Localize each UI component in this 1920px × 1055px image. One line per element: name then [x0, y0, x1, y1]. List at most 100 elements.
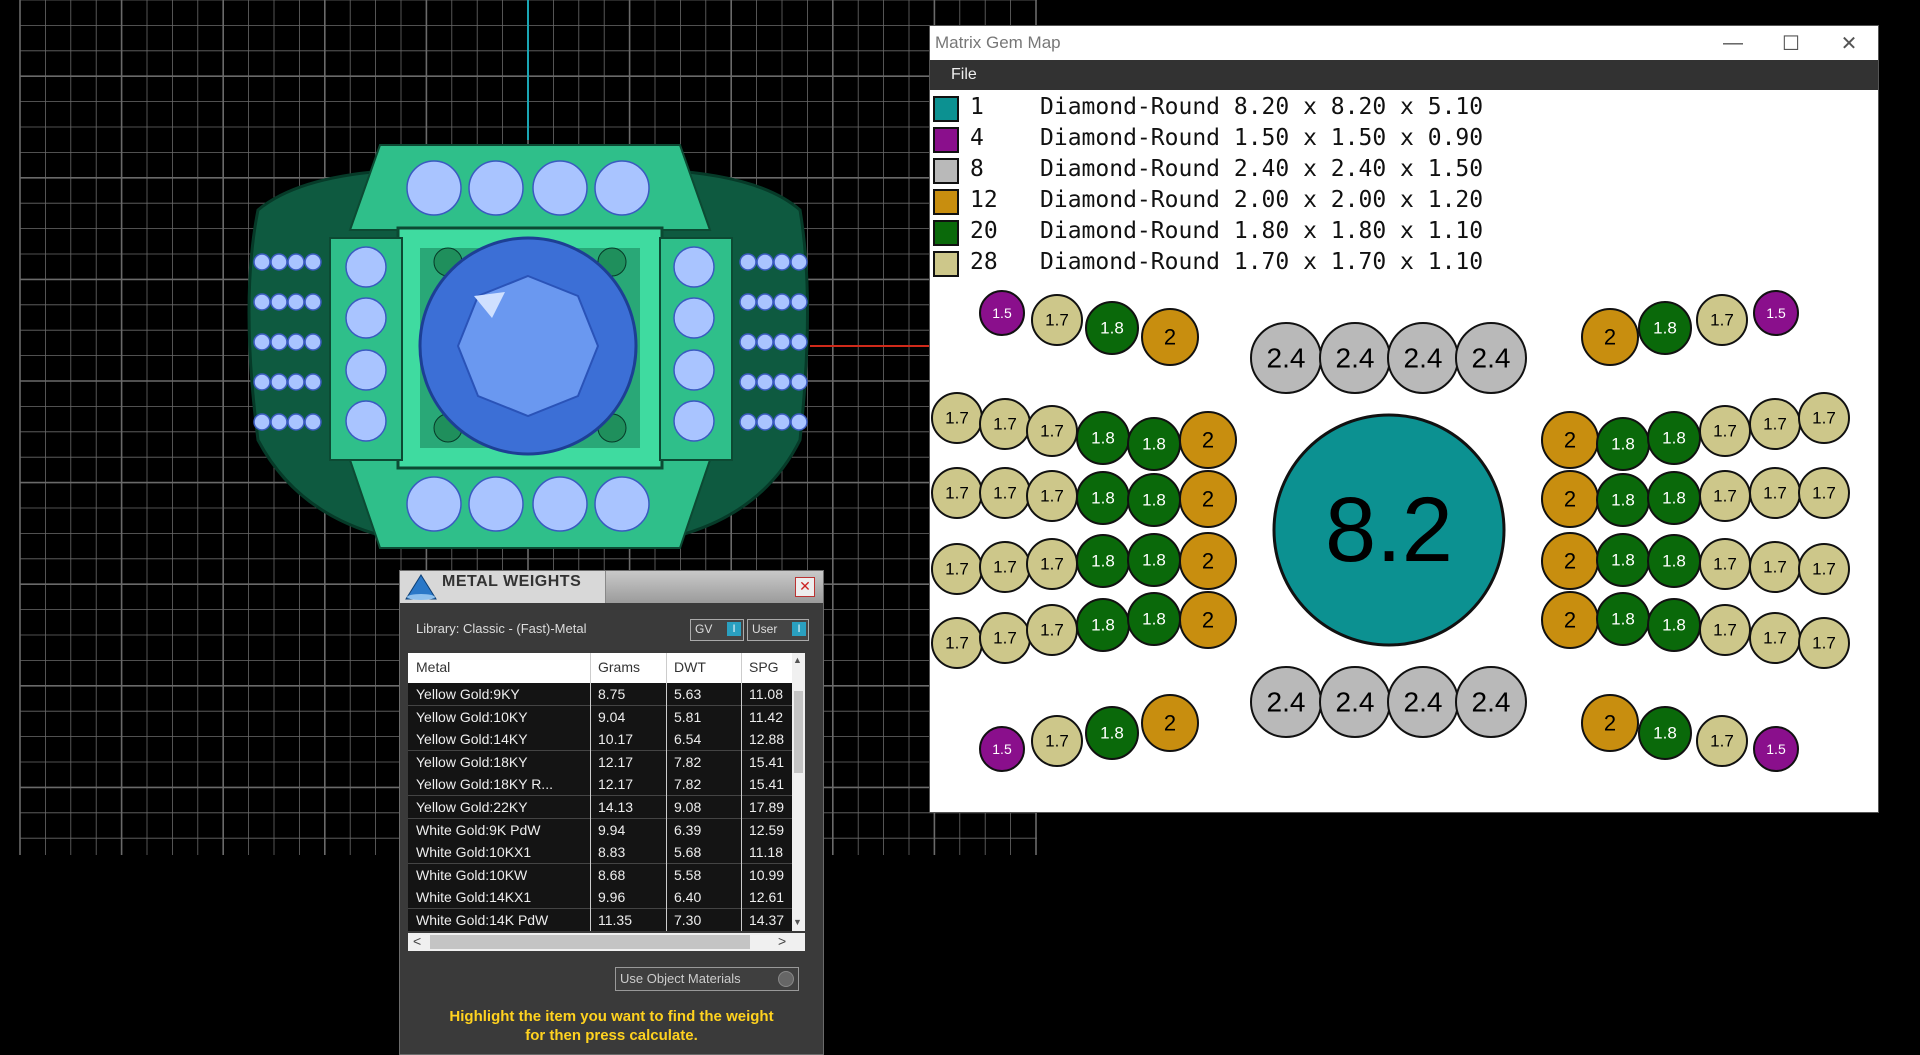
gem-circle[interactable] [931, 467, 983, 519]
minimize-button[interactable]: — [1704, 26, 1762, 60]
gv-toggle[interactable]: GV I [690, 619, 744, 641]
gem-circle[interactable] [1076, 471, 1130, 525]
gem-map-window[interactable]: Matrix Gem Map — ☐ ✕ File 1 Diamond-Round… [930, 26, 1878, 812]
gem-circle[interactable] [1085, 706, 1139, 760]
gem-circle[interactable] [1179, 411, 1237, 469]
vertical-scroll-thumb[interactable] [794, 691, 803, 773]
gem-circle[interactable] [1026, 538, 1078, 590]
gem-circle[interactable] [1387, 322, 1459, 394]
gem-circle[interactable] [1798, 617, 1850, 669]
col-metal[interactable]: Metal [416, 659, 450, 675]
gem-circle[interactable] [1647, 598, 1701, 652]
metal-table-row[interactable]: White Gold:14KX1 9.96 6.40 12.61 [408, 886, 805, 910]
gem-circle[interactable] [1749, 541, 1801, 593]
metal-table-row[interactable]: White Gold:10KX1 8.83 5.68 11.18 [408, 841, 805, 865]
metal-weights-close-button[interactable]: ✕ [795, 577, 815, 597]
metal-table[interactable]: Metal Grams DWT SPG Yellow Gold:9KY 8.75 5… [408, 653, 805, 931]
metal-table-row[interactable]: Yellow Gold:18KY R... 12.17 7.82 15.41 [408, 773, 805, 797]
gem-circle[interactable] [931, 543, 983, 595]
metal-table-row[interactable]: Yellow Gold:10KY 9.04 5.81 11.42 [408, 705, 805, 729]
col-spg[interactable]: SPG [749, 659, 779, 675]
gem-circle[interactable] [1319, 322, 1391, 394]
scroll-right-arrow[interactable]: > [778, 933, 786, 949]
gem-circle[interactable] [1031, 715, 1083, 767]
gem-circle[interactable] [1749, 467, 1801, 519]
gem-circle[interactable] [979, 612, 1031, 664]
gem-circle[interactable] [979, 398, 1031, 450]
gem-circle[interactable] [1076, 598, 1130, 652]
gem-circle[interactable] [1699, 604, 1751, 656]
gem-circle[interactable] [1026, 470, 1078, 522]
gem-circle[interactable] [1085, 301, 1139, 355]
metal-table-row[interactable]: White Gold:14K PdW 11.35 7.30 14.37 [408, 909, 805, 931]
scroll-left-arrow[interactable]: < [413, 933, 421, 949]
gem-circle[interactable] [1541, 411, 1599, 469]
horizontal-scroll-thumb[interactable] [430, 935, 750, 949]
gem-circle[interactable] [1596, 533, 1650, 587]
gem-circle[interactable] [979, 726, 1025, 772]
gem-circle[interactable] [1749, 398, 1801, 450]
gem-circle[interactable] [1638, 301, 1692, 355]
gem-circle[interactable] [1596, 417, 1650, 471]
gem-circle[interactable] [1699, 405, 1751, 457]
gem-circle[interactable] [1581, 694, 1639, 752]
metal-table-row[interactable]: White Gold:9K PdW 9.94 6.39 12.59 [408, 818, 805, 842]
use-object-materials-checkbox[interactable]: Use Object Materials [615, 967, 799, 991]
gem-circle[interactable] [1647, 471, 1701, 525]
gem-circle[interactable] [1596, 592, 1650, 646]
maximize-button[interactable]: ☐ [1762, 26, 1820, 60]
gem-circle[interactable] [1026, 405, 1078, 457]
gem-circle[interactable] [979, 290, 1025, 336]
gem-circle[interactable] [979, 467, 1031, 519]
gem-circle[interactable] [1699, 538, 1751, 590]
metal-table-row[interactable]: Yellow Gold:9KY 8.75 5.63 11.08 [408, 683, 805, 706]
gem-circle[interactable] [1031, 294, 1083, 346]
gem-circle[interactable] [1272, 413, 1506, 647]
close-button[interactable]: ✕ [1820, 26, 1878, 60]
gem-circle[interactable] [1753, 290, 1799, 336]
gem-circle[interactable] [1127, 592, 1181, 646]
metal-table-row[interactable]: White Gold:10KW 8.68 5.58 10.99 [408, 863, 805, 887]
gem-circle[interactable] [1250, 322, 1322, 394]
gem-circle[interactable] [1127, 417, 1181, 471]
gem-circle[interactable] [1141, 308, 1199, 366]
gem-circle[interactable] [979, 541, 1031, 593]
ring-model[interactable] [247, 144, 809, 549]
gem-circle[interactable] [1638, 706, 1692, 760]
gem-circle[interactable] [1798, 392, 1850, 444]
gem-map-titlebar[interactable]: Matrix Gem Map — ☐ ✕ [930, 26, 1878, 60]
gem-circle[interactable] [1455, 666, 1527, 738]
gem-circle[interactable] [1141, 694, 1199, 752]
gem-circle[interactable] [1179, 591, 1237, 649]
gem-circle[interactable] [1179, 470, 1237, 528]
gem-circle[interactable] [931, 617, 983, 669]
gem-circle[interactable] [1581, 308, 1639, 366]
gem-circle[interactable] [1127, 533, 1181, 587]
scroll-up-arrow[interactable]: ▲ [793, 655, 802, 665]
vertical-scrollbar[interactable]: ▲ ▼ [792, 653, 805, 931]
horizontal-scrollbar[interactable]: < > [408, 933, 805, 951]
gem-circle[interactable] [1541, 470, 1599, 528]
gem-circle[interactable] [1798, 543, 1850, 595]
user-toggle[interactable]: User I [747, 619, 809, 641]
gem-circle[interactable] [1798, 467, 1850, 519]
gem-circle[interactable] [1127, 473, 1181, 527]
col-grams[interactable]: Grams [598, 659, 640, 675]
gem-circle[interactable] [1387, 666, 1459, 738]
gem-circle[interactable] [1250, 666, 1322, 738]
metal-table-row[interactable]: Yellow Gold:22KY 14.13 9.08 17.89 [408, 796, 805, 819]
gem-circle[interactable] [1026, 604, 1078, 656]
gem-circle[interactable] [1647, 411, 1701, 465]
metal-table-row[interactable]: Yellow Gold:14KY 10.17 6.54 12.88 [408, 728, 805, 752]
metal-table-row[interactable]: Yellow Gold:18KY 12.17 7.82 15.41 [408, 750, 805, 774]
gem-circle[interactable] [1696, 294, 1748, 346]
metal-weights-panel[interactable]: METAL WEIGHTS ✕ Library: Classic - (Fast… [399, 570, 824, 1055]
gem-circle[interactable] [1541, 591, 1599, 649]
scroll-down-arrow[interactable]: ▼ [793, 917, 802, 927]
gem-circle[interactable] [1647, 534, 1701, 588]
gem-circle[interactable] [1596, 473, 1650, 527]
gem-circle[interactable] [1753, 726, 1799, 772]
gem-circle[interactable] [1076, 411, 1130, 465]
gem-circle[interactable] [1699, 470, 1751, 522]
file-menu[interactable]: File [951, 66, 977, 84]
